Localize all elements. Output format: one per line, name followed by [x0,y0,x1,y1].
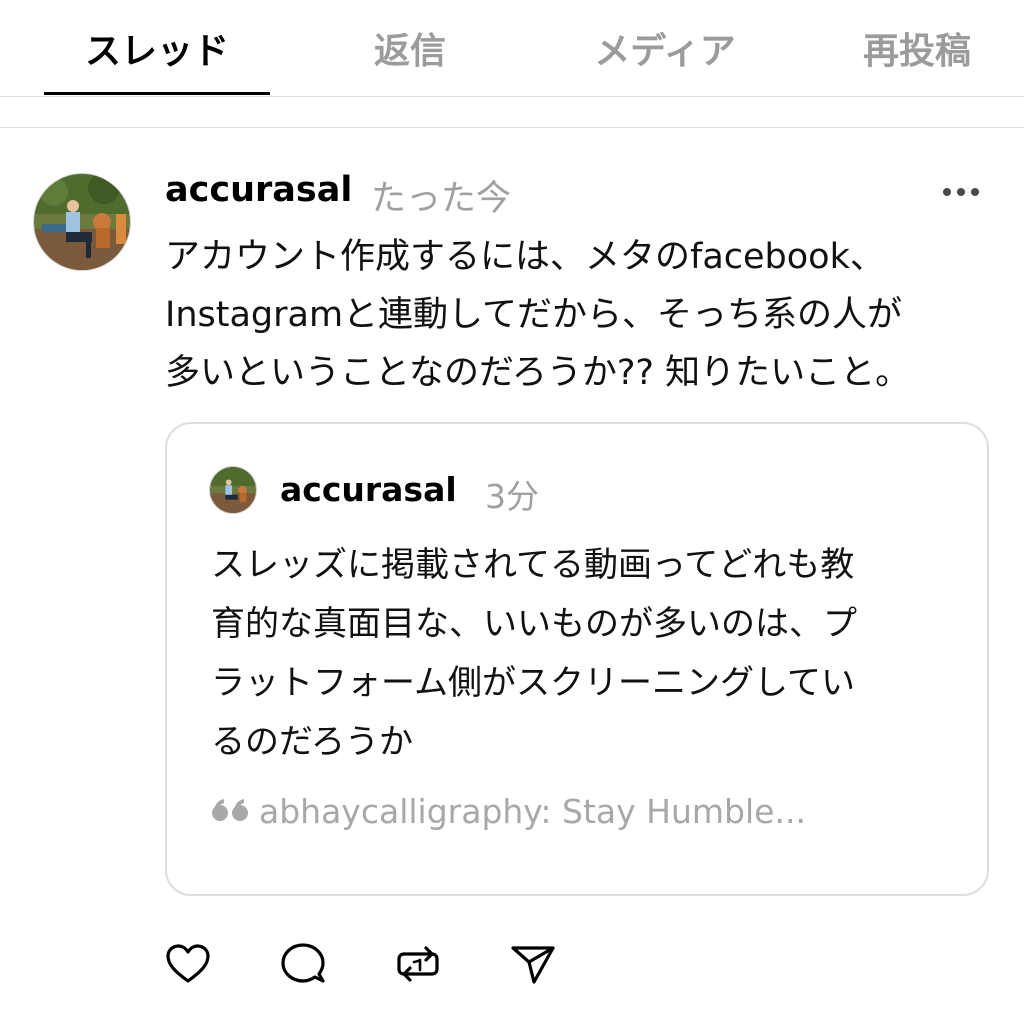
active-tab-indicator [44,92,270,95]
post-text-line: 多いということなのだろうか?? 知りたいこと。 [165,353,911,393]
tab-replies[interactable]: 返信 [310,0,510,96]
quote-text-line: スレッズに掲載されてる動画ってどれも教 [211,545,855,585]
quote-text-line: るのだろうか [211,722,413,762]
more-horizontal-icon[interactable] [940,180,982,204]
tab-threads[interactable]: スレッド [44,0,270,96]
avatar[interactable] [33,173,131,271]
quote-timestamp: 3分 [485,477,539,516]
quotation-mark-icon [211,792,251,831]
quote-text-line: ラットフォーム側がスクリーニングしてい [211,663,855,703]
divider [0,127,1024,128]
tab-media[interactable]: メディア [555,0,775,96]
quote-attribution[interactable]: abhaycalligraphy: Stay Humble... [211,792,806,831]
profile-tabs: スレッド 返信 メディア 再投稿 [0,0,1024,97]
post-text-line: Instagramと連動してだから、そっち系の人が [165,295,903,335]
send-icon[interactable] [509,940,557,988]
quote-username[interactable]: accurasal [280,470,457,509]
quote-avatar-photo [210,467,256,513]
post-text-line: アカウント作成するには、メタのfacebook、 [165,237,885,277]
repost-icon[interactable] [394,940,442,988]
quoted-post-card[interactable]: accurasal 3分 スレッズに掲載されてる動画ってどれも教 育的な真面目な… [165,422,989,896]
quote-text-line: 育的な真面目な、いいものが多いのは、プ [211,604,857,644]
post-body: アカウント作成するには、メタのfacebook、 Instagramと連動してだ… [165,228,995,402]
quote-body: スレッズに掲載されてる動画ってどれも教 育的な真面目な、いいものが多いのは、プ … [211,536,971,772]
quote-avatar[interactable] [209,466,257,514]
comment-icon[interactable] [279,940,327,988]
avatar-photo [34,174,130,270]
heart-icon[interactable] [164,940,212,988]
post-username[interactable]: accurasal [165,170,352,210]
post-timestamp: たった今 [371,179,512,219]
tab-reposts[interactable]: 再投稿 [810,0,1024,96]
quote-attribution-text: abhaycalligraphy: Stay Humble... [259,792,806,831]
